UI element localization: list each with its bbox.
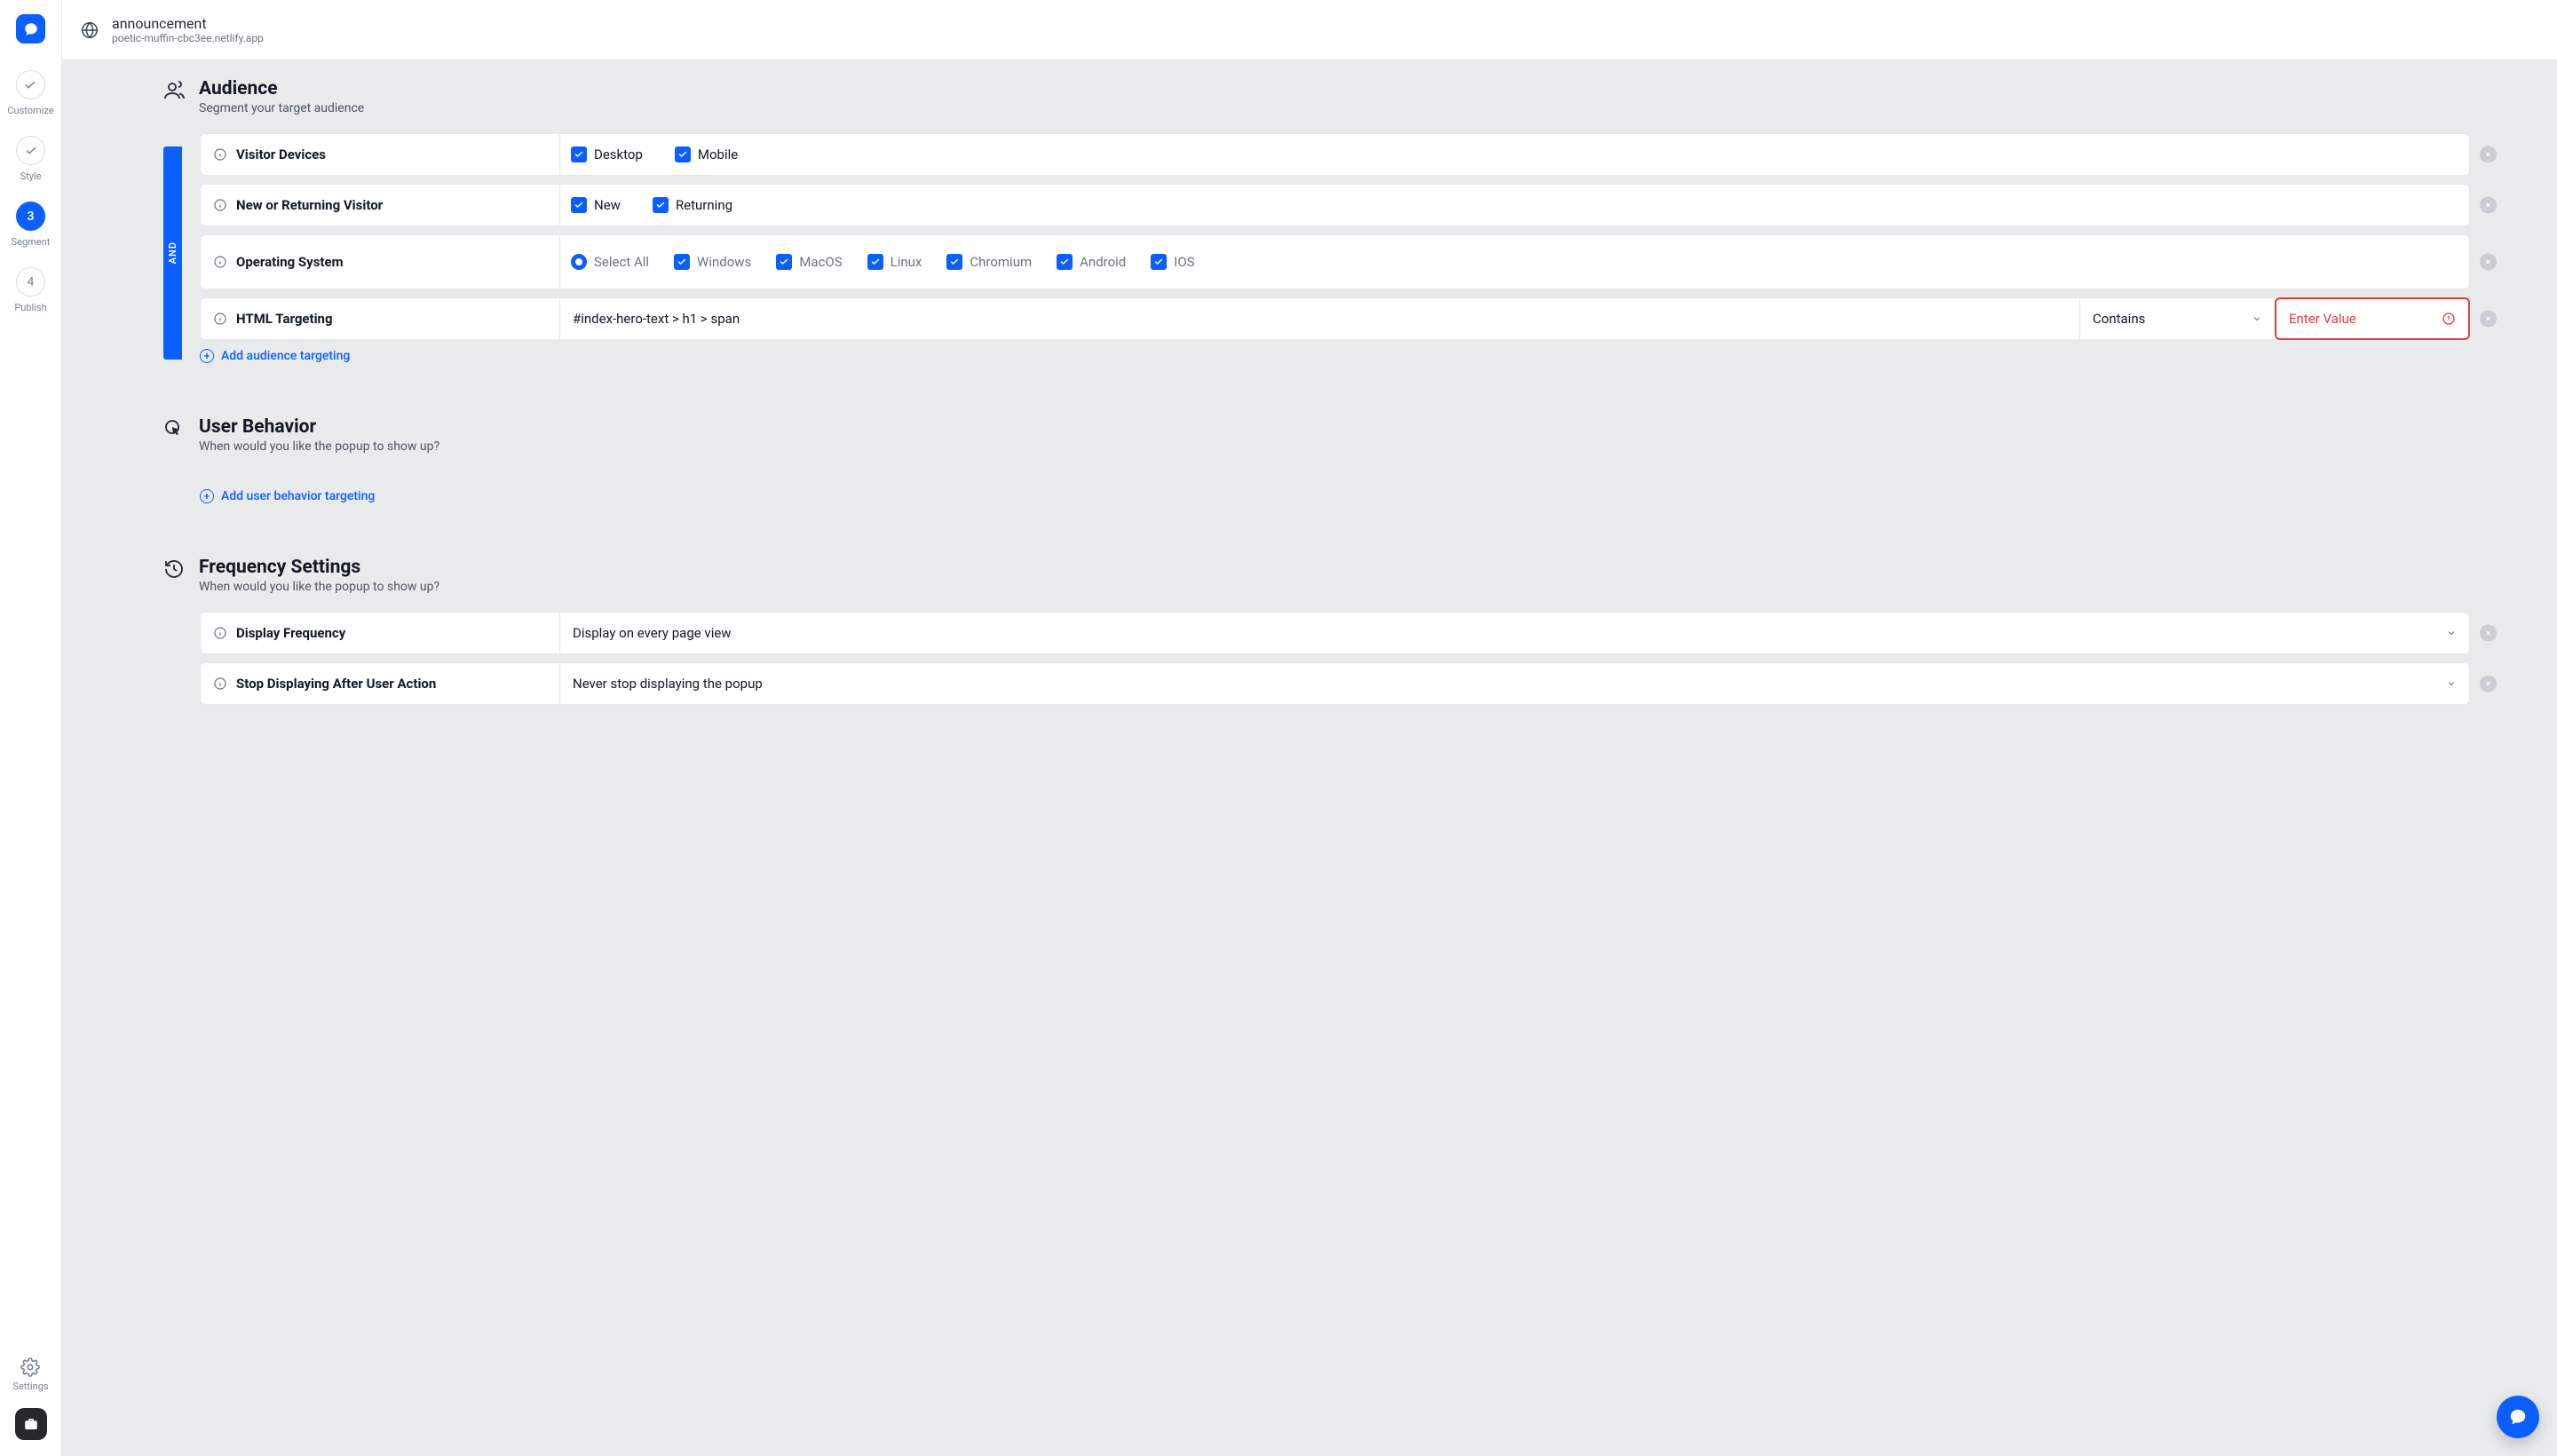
checkbox-windows[interactable]: Windows — [674, 254, 751, 270]
row-html-targeting: HTML Targeting #index-hero-text > h1 > s… — [200, 297, 2470, 340]
segment-label: Operating System — [236, 254, 344, 270]
stop-displaying-select[interactable]: Never stop displaying the popup — [560, 663, 2469, 704]
left-sidebar: Customize Style 3 Segment 4 Publish Sett… — [0, 0, 62, 1456]
cursor-click-icon — [163, 418, 185, 439]
chevron-down-icon — [2252, 313, 2262, 324]
segment-label: Display Frequency — [236, 625, 345, 641]
section-title: User Behavior — [199, 416, 439, 438]
info-icon[interactable] — [213, 677, 227, 691]
checkbox-android[interactable]: Android — [1057, 254, 1126, 270]
settings-button[interactable]: Settings — [12, 1357, 48, 1392]
html-operator-select[interactable]: Contains — [2079, 298, 2275, 339]
error-icon — [2442, 312, 2456, 326]
remove-row-button[interactable] — [2480, 311, 2497, 328]
chevron-down-icon — [2446, 628, 2457, 638]
section-subtitle: When would you like the popup to show up… — [199, 439, 439, 454]
person-icon — [163, 80, 185, 101]
main-area: AND Audience Segment your target audienc… — [62, 60, 2557, 1456]
row-operating-system: Operating System Select All Windows MacO… — [200, 234, 2470, 289]
globe-icon — [80, 20, 99, 40]
section-title: Frequency Settings — [199, 557, 439, 578]
remove-row-button[interactable] — [2480, 676, 2497, 692]
html-value-input[interactable] — [2289, 311, 2406, 327]
info-icon[interactable] — [213, 147, 227, 162]
info-icon[interactable] — [213, 626, 227, 640]
check-icon — [24, 144, 38, 158]
checkbox-linux[interactable]: Linux — [867, 254, 922, 270]
section-subtitle: Segment your target audience — [199, 101, 364, 115]
remove-row-button[interactable] — [2480, 146, 2497, 163]
step-label: Segment — [12, 236, 51, 248]
step-label: Publish — [14, 302, 46, 313]
add-audience-targeting[interactable]: + Add audience targeting — [200, 349, 2470, 363]
audience-header: Audience Segment your target audience — [163, 78, 2470, 115]
gear-icon — [20, 1357, 40, 1377]
step-customize[interactable]: Customize — [7, 70, 53, 116]
top-bar: announcement poetic-muffin-cbc3ee.netlif… — [62, 0, 2557, 60]
page-title: announcement — [112, 15, 264, 32]
behavior-header: User Behavior When would you like the po… — [163, 416, 2470, 454]
radio-select-all[interactable]: Select All — [571, 254, 649, 270]
chat-fab[interactable] — [2497, 1396, 2539, 1438]
step-segment[interactable]: 3 Segment — [12, 202, 51, 248]
remove-row-button[interactable] — [2480, 625, 2497, 642]
html-selector-value[interactable]: #index-hero-text > h1 > span — [560, 298, 2079, 339]
checkbox-chromium[interactable]: Chromium — [946, 254, 1032, 270]
row-stop-displaying: Stop Displaying After User Action Never … — [200, 662, 2470, 705]
checkbox-new[interactable]: New — [571, 197, 621, 213]
briefcase-button[interactable] — [15, 1408, 47, 1440]
segment-label: Stop Displaying After User Action — [236, 676, 436, 692]
remove-row-button[interactable] — [2480, 197, 2497, 214]
section-title: Audience — [199, 78, 364, 99]
frequency-header: Frequency Settings When would you like t… — [163, 557, 2470, 594]
step-style[interactable]: Style — [16, 136, 45, 182]
chat-bubble-icon — [23, 21, 39, 37]
row-new-returning: New or Returning Visitor New Returning — [200, 184, 2470, 226]
step-publish[interactable]: 4 Publish — [14, 267, 46, 313]
html-value-input-wrap — [2275, 297, 2470, 340]
check-icon — [23, 78, 37, 92]
row-display-frequency: Display Frequency Display on every page … — [200, 612, 2470, 654]
checkbox-desktop[interactable]: Desktop — [571, 146, 643, 162]
checkbox-macos[interactable]: MacOS — [776, 254, 842, 270]
plus-icon: + — [200, 489, 214, 503]
info-icon[interactable] — [213, 198, 227, 212]
chat-icon — [2508, 1407, 2528, 1427]
segment-label: HTML Targeting — [236, 311, 333, 327]
remove-row-button[interactable] — [2480, 254, 2497, 271]
settings-label: Settings — [12, 1381, 48, 1392]
chevron-down-icon — [2446, 678, 2457, 689]
history-icon — [163, 558, 185, 580]
plus-icon: + — [200, 349, 214, 363]
display-frequency-select[interactable]: Display on every page view — [560, 613, 2469, 653]
checkbox-mobile[interactable]: Mobile — [675, 146, 738, 162]
section-subtitle: When would you like the popup to show up… — [199, 580, 439, 594]
row-visitor-devices: Visitor Devices Desktop Mobile — [200, 133, 2470, 176]
segment-label: Visitor Devices — [236, 146, 326, 162]
step-label: Style — [20, 170, 42, 182]
app-logo[interactable] — [16, 14, 45, 44]
checkbox-ios[interactable]: IOS — [1151, 254, 1194, 270]
segment-label: New or Returning Visitor — [236, 197, 383, 213]
checkbox-returning[interactable]: Returning — [653, 197, 732, 213]
add-behavior-targeting[interactable]: + Add user behavior targeting — [200, 489, 2470, 503]
briefcase-icon — [23, 1416, 39, 1432]
page-subtitle: poetic-muffin-cbc3ee.netlify.app — [112, 32, 264, 44]
info-icon[interactable] — [213, 312, 227, 326]
step-label: Customize — [7, 105, 53, 116]
info-icon[interactable] — [213, 255, 227, 269]
